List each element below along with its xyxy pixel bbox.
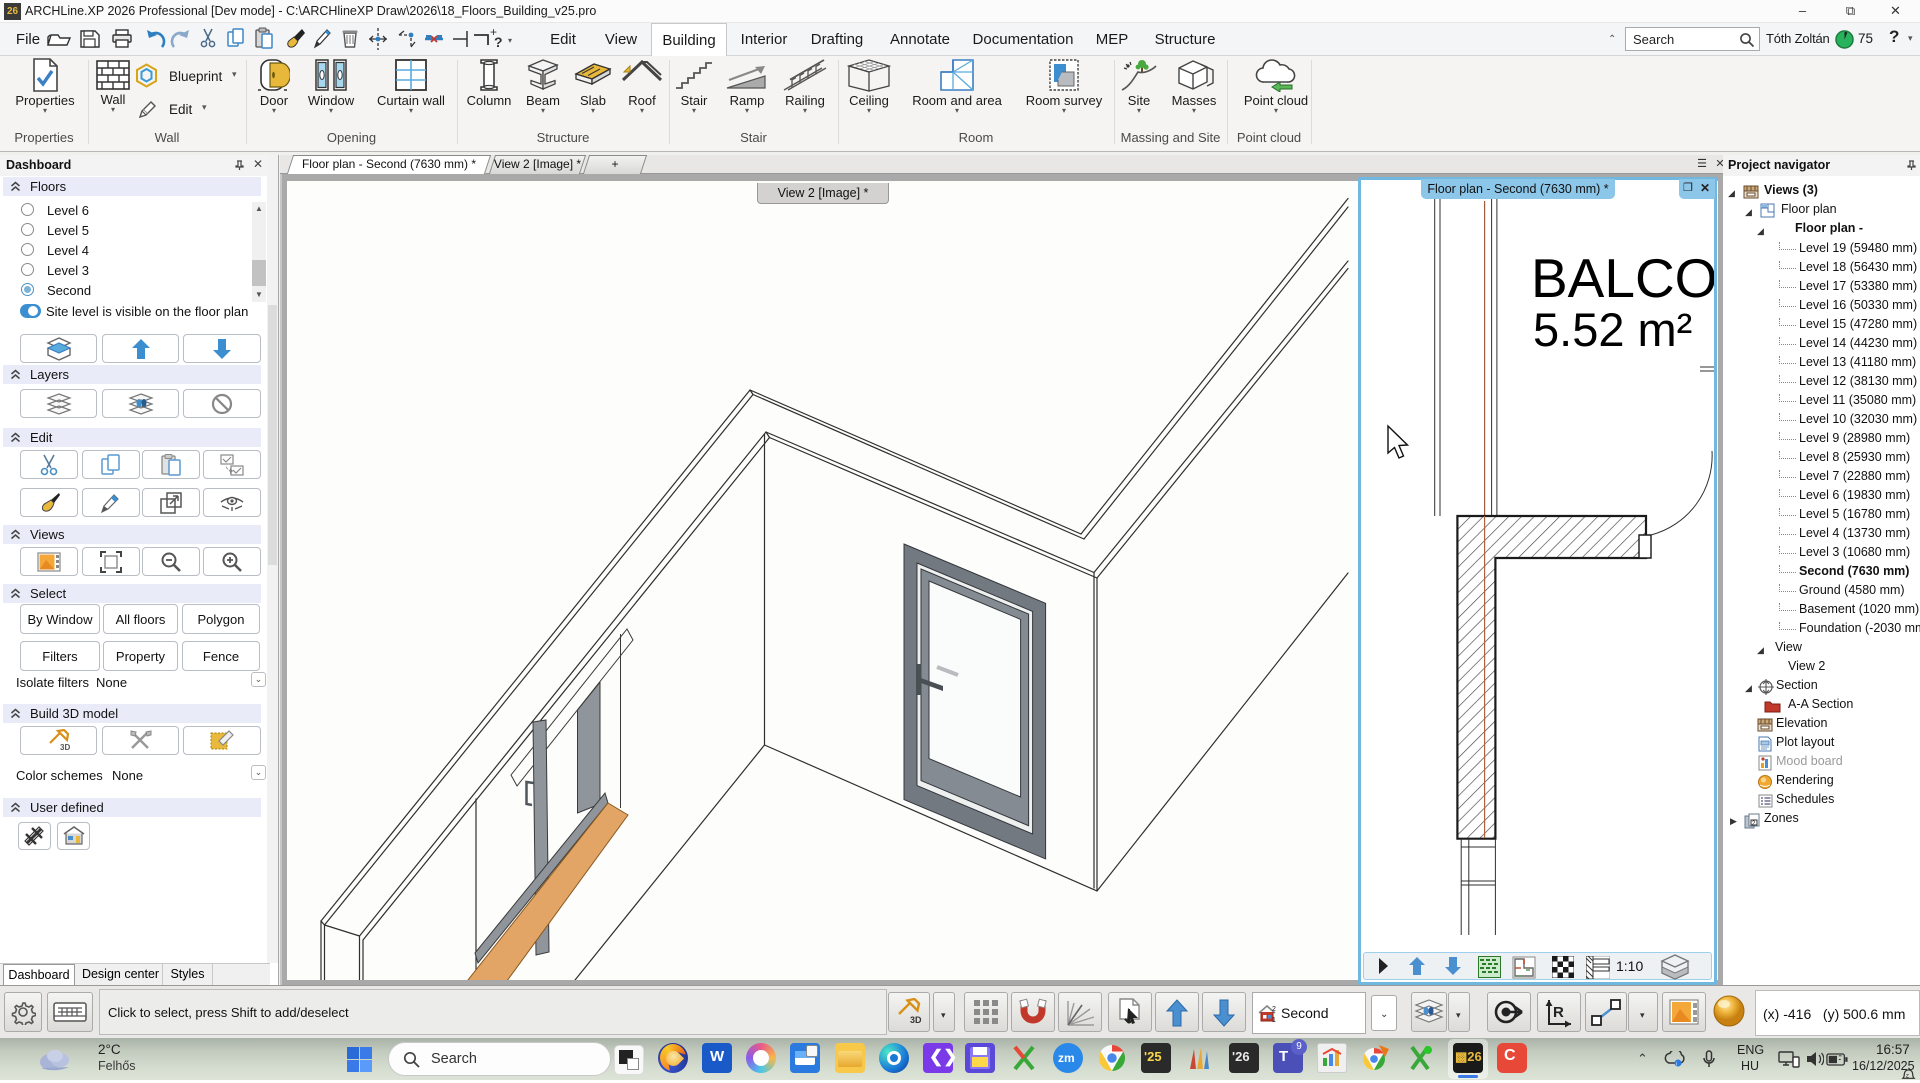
svg-text:3D: 3D [60, 743, 70, 752]
svg-text:3D: 3D [910, 1015, 922, 1025]
svg-text:1: 1 [1272, 1017, 1276, 1023]
svg-text:5.52 m²: 5.52 m² [1533, 303, 1692, 356]
svg-text:i: i [1676, 1062, 1677, 1068]
svg-text:BALCON: BALCON [1531, 247, 1714, 309]
svg-text:z: z [1906, 1072, 1909, 1079]
svg-text:2: 2 [1272, 1006, 1276, 1013]
svg-text:R: R [1553, 1004, 1564, 1021]
